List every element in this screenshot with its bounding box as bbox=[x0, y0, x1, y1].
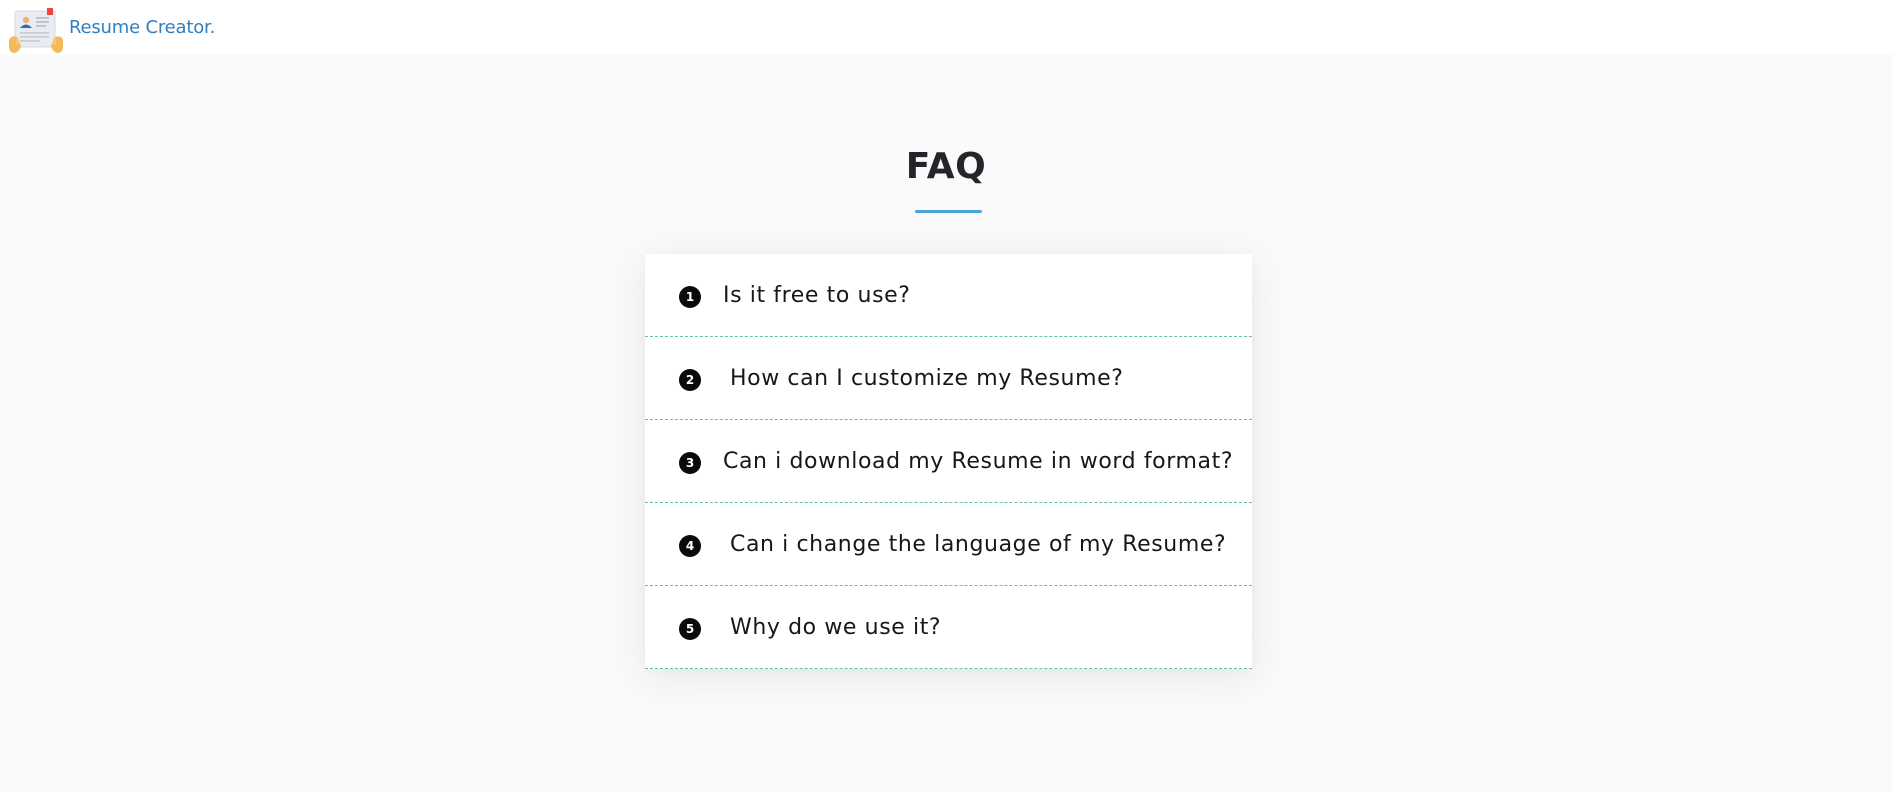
faq-list: 1 Is it free to use? 2 How can I customi… bbox=[645, 254, 1252, 669]
faq-item-1[interactable]: 1 Is it free to use? bbox=[645, 254, 1252, 337]
faq-question: How can I customize my Resume? bbox=[730, 365, 1124, 391]
faq-item-4[interactable]: 4 Can i change the language of my Resume… bbox=[645, 503, 1252, 586]
resume-logo-icon bbox=[9, 8, 63, 53]
number-4-icon: 4 bbox=[679, 535, 701, 557]
number-3-icon: 3 bbox=[679, 452, 701, 474]
number-2-icon: 2 bbox=[679, 369, 701, 391]
number-1-icon: 1 bbox=[679, 286, 701, 308]
top-navbar: Resume Creator. bbox=[0, 0, 1892, 54]
faq-question: Why do we use it? bbox=[730, 614, 942, 640]
faq-item-3[interactable]: 3 Can i download my Resume in word forma… bbox=[645, 420, 1252, 503]
faq-question: Is it free to use? bbox=[723, 282, 911, 308]
faq-item-5[interactable]: 5 Why do we use it? bbox=[645, 586, 1252, 669]
faq-question: Can i download my Resume in word format? bbox=[723, 448, 1234, 474]
brand-home-link[interactable]: Resume Creator. bbox=[9, 8, 215, 54]
faq-item-2[interactable]: 2 How can I customize my Resume? bbox=[645, 337, 1252, 420]
page-title: FAQ bbox=[905, 146, 987, 187]
faq-question: Can i change the language of my Resume? bbox=[730, 531, 1227, 557]
title-underline bbox=[915, 210, 982, 213]
number-5-icon: 5 bbox=[679, 618, 701, 640]
brand-name: Resume Creator. bbox=[69, 16, 216, 38]
